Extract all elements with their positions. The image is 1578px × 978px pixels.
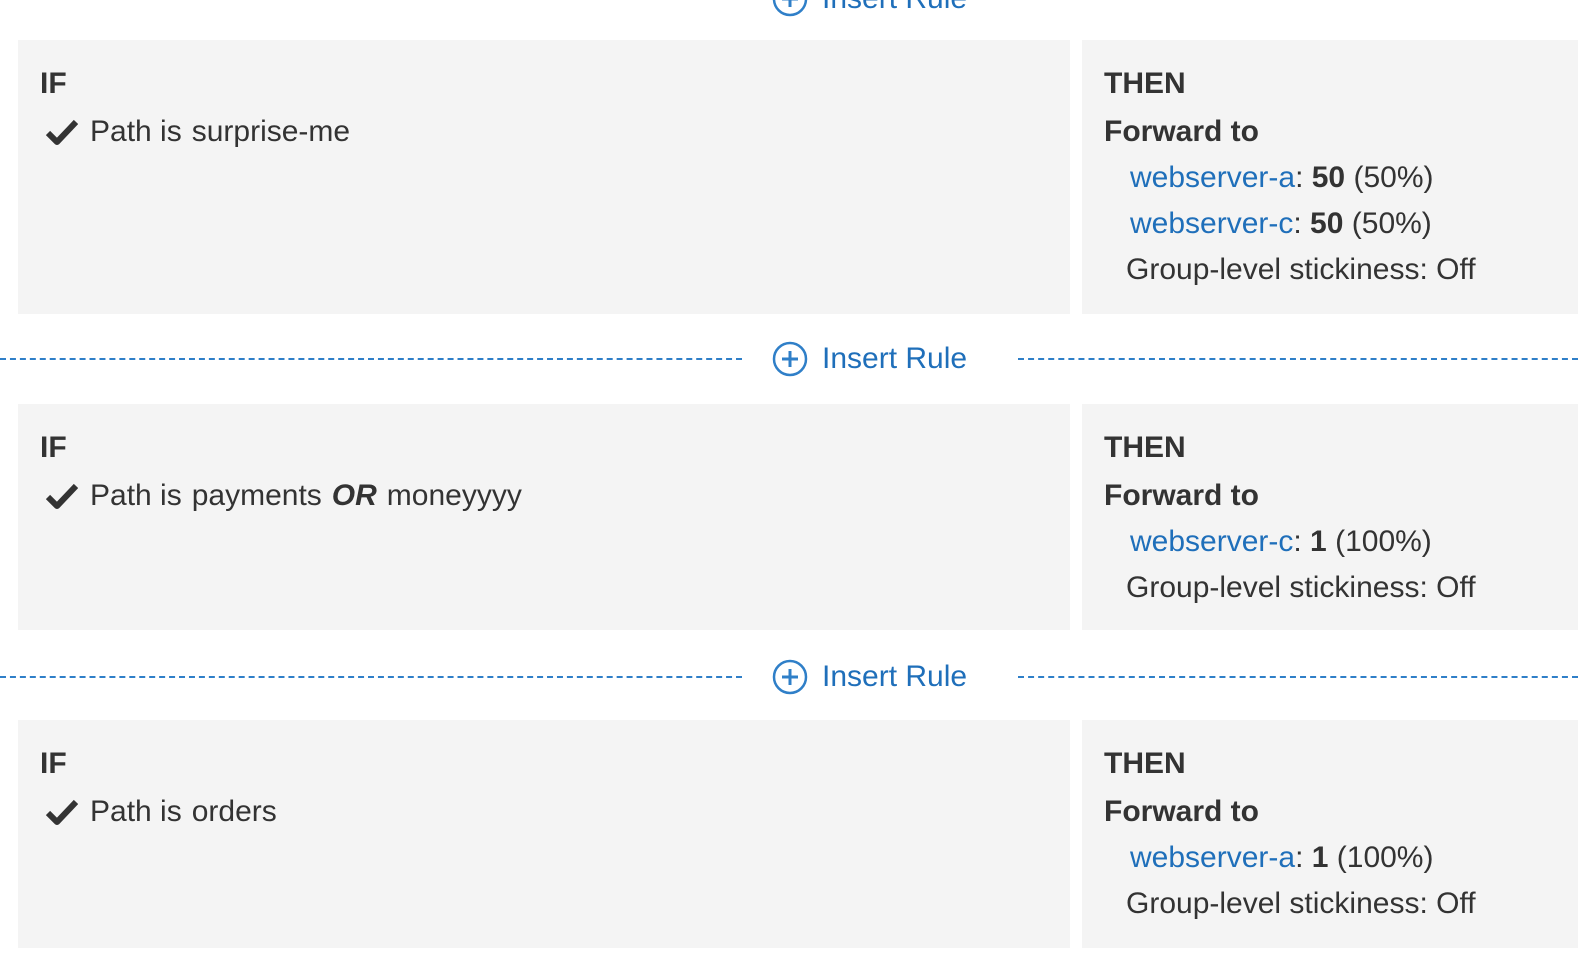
condition-value: orders [191,795,277,828]
insert-rule-row: Insert Rule [0,334,1578,384]
forward-to-label: Forward to [1104,795,1259,828]
dashed-divider [0,358,742,360]
target-group-row: webserver-c: 50 (50%) [1130,207,1432,240]
path-is-label: Path is [90,115,182,148]
target-group-row: webserver-a: 50 (50%) [1130,161,1434,194]
target-percent: (50%) [1351,207,1432,240]
rule-3-then-panel: THEN Forward to webserver-a: 1 (100%) Gr… [1082,720,1578,948]
target-group-row: webserver-a: 1 (100%) [1130,841,1434,874]
rule-2-then-panel: THEN Forward to webserver-c: 1 (100%) Gr… [1082,404,1578,630]
stickiness-status: Group-level stickiness: Off [1126,571,1476,604]
stickiness-status: Group-level stickiness: Off [1126,887,1476,920]
target-weight: 1 [1311,841,1329,874]
if-heading: IF [40,431,67,464]
forward-to-label: Forward to [1104,479,1259,512]
target-weight: 50 [1311,161,1346,194]
stickiness-status: Group-level stickiness: Off [1126,253,1476,286]
condition-value: payments [191,479,322,512]
insert-rule-label: Insert Rule [822,0,967,16]
rule-2-if-panel: IF Path is payments OR moneyyyy [18,404,1070,630]
rule-1-if-panel: IF Path is surprise-me [18,40,1070,314]
plus-circle-icon [772,341,808,377]
condition-value: surprise-me [191,115,351,148]
target-percent: (50%) [1353,161,1434,194]
insert-rule-row: Insert Rule [0,652,1578,702]
rule-1-condition: Path is surprise-me [40,114,1048,150]
forward-to-label: Forward to [1104,115,1259,148]
if-heading: IF [40,67,67,100]
target-group-link[interactable]: webserver-c [1130,207,1293,240]
path-is-label: Path is [90,795,182,828]
condition-value: moneyyyy [386,479,522,512]
rule-3-if-panel: IF Path is orders [18,720,1070,948]
rule-3-condition: Path is orders [40,794,1048,830]
target-group-link[interactable]: webserver-a [1130,841,1295,874]
target-group-row: webserver-c: 1 (100%) [1130,525,1432,558]
insert-rule-button[interactable]: Insert Rule [772,656,968,698]
target-percent: (100%) [1335,525,1432,558]
target-group-link[interactable]: webserver-a [1130,161,1295,194]
then-heading: THEN [1104,67,1186,100]
insert-rule-label: Insert Rule [822,342,968,375]
rule-1-then-panel: THEN Forward to webserver-a: 50 (50%) we… [1082,40,1578,314]
check-icon [46,119,78,145]
target-weight: 1 [1310,525,1327,558]
dashed-divider [1018,358,1578,360]
then-heading: THEN [1104,747,1186,780]
target-group-link[interactable]: webserver-c [1130,525,1293,558]
target-percent: (100%) [1336,841,1434,874]
path-is-label: Path is [90,479,182,512]
plus-circle-icon [772,0,808,17]
check-icon [46,483,78,509]
if-heading: IF [40,747,67,780]
insert-rule-button[interactable]: Insert Rule [772,0,968,20]
insert-rule-button[interactable]: Insert Rule [772,338,968,380]
rules-page: Insert Rule IF Path is surprise-me THEN … [0,0,1578,978]
or-operator: OR [331,479,377,512]
then-heading: THEN [1104,431,1186,464]
insert-rule-label: Insert Rule [822,660,968,693]
dashed-divider [0,676,742,678]
rule-2-condition: Path is payments OR moneyyyy [40,478,1048,514]
insert-rule-row: Insert Rule [0,0,1578,24]
plus-circle-icon [772,659,808,695]
dashed-divider [1018,676,1578,678]
target-weight: 50 [1310,207,1344,240]
check-icon [46,799,78,825]
